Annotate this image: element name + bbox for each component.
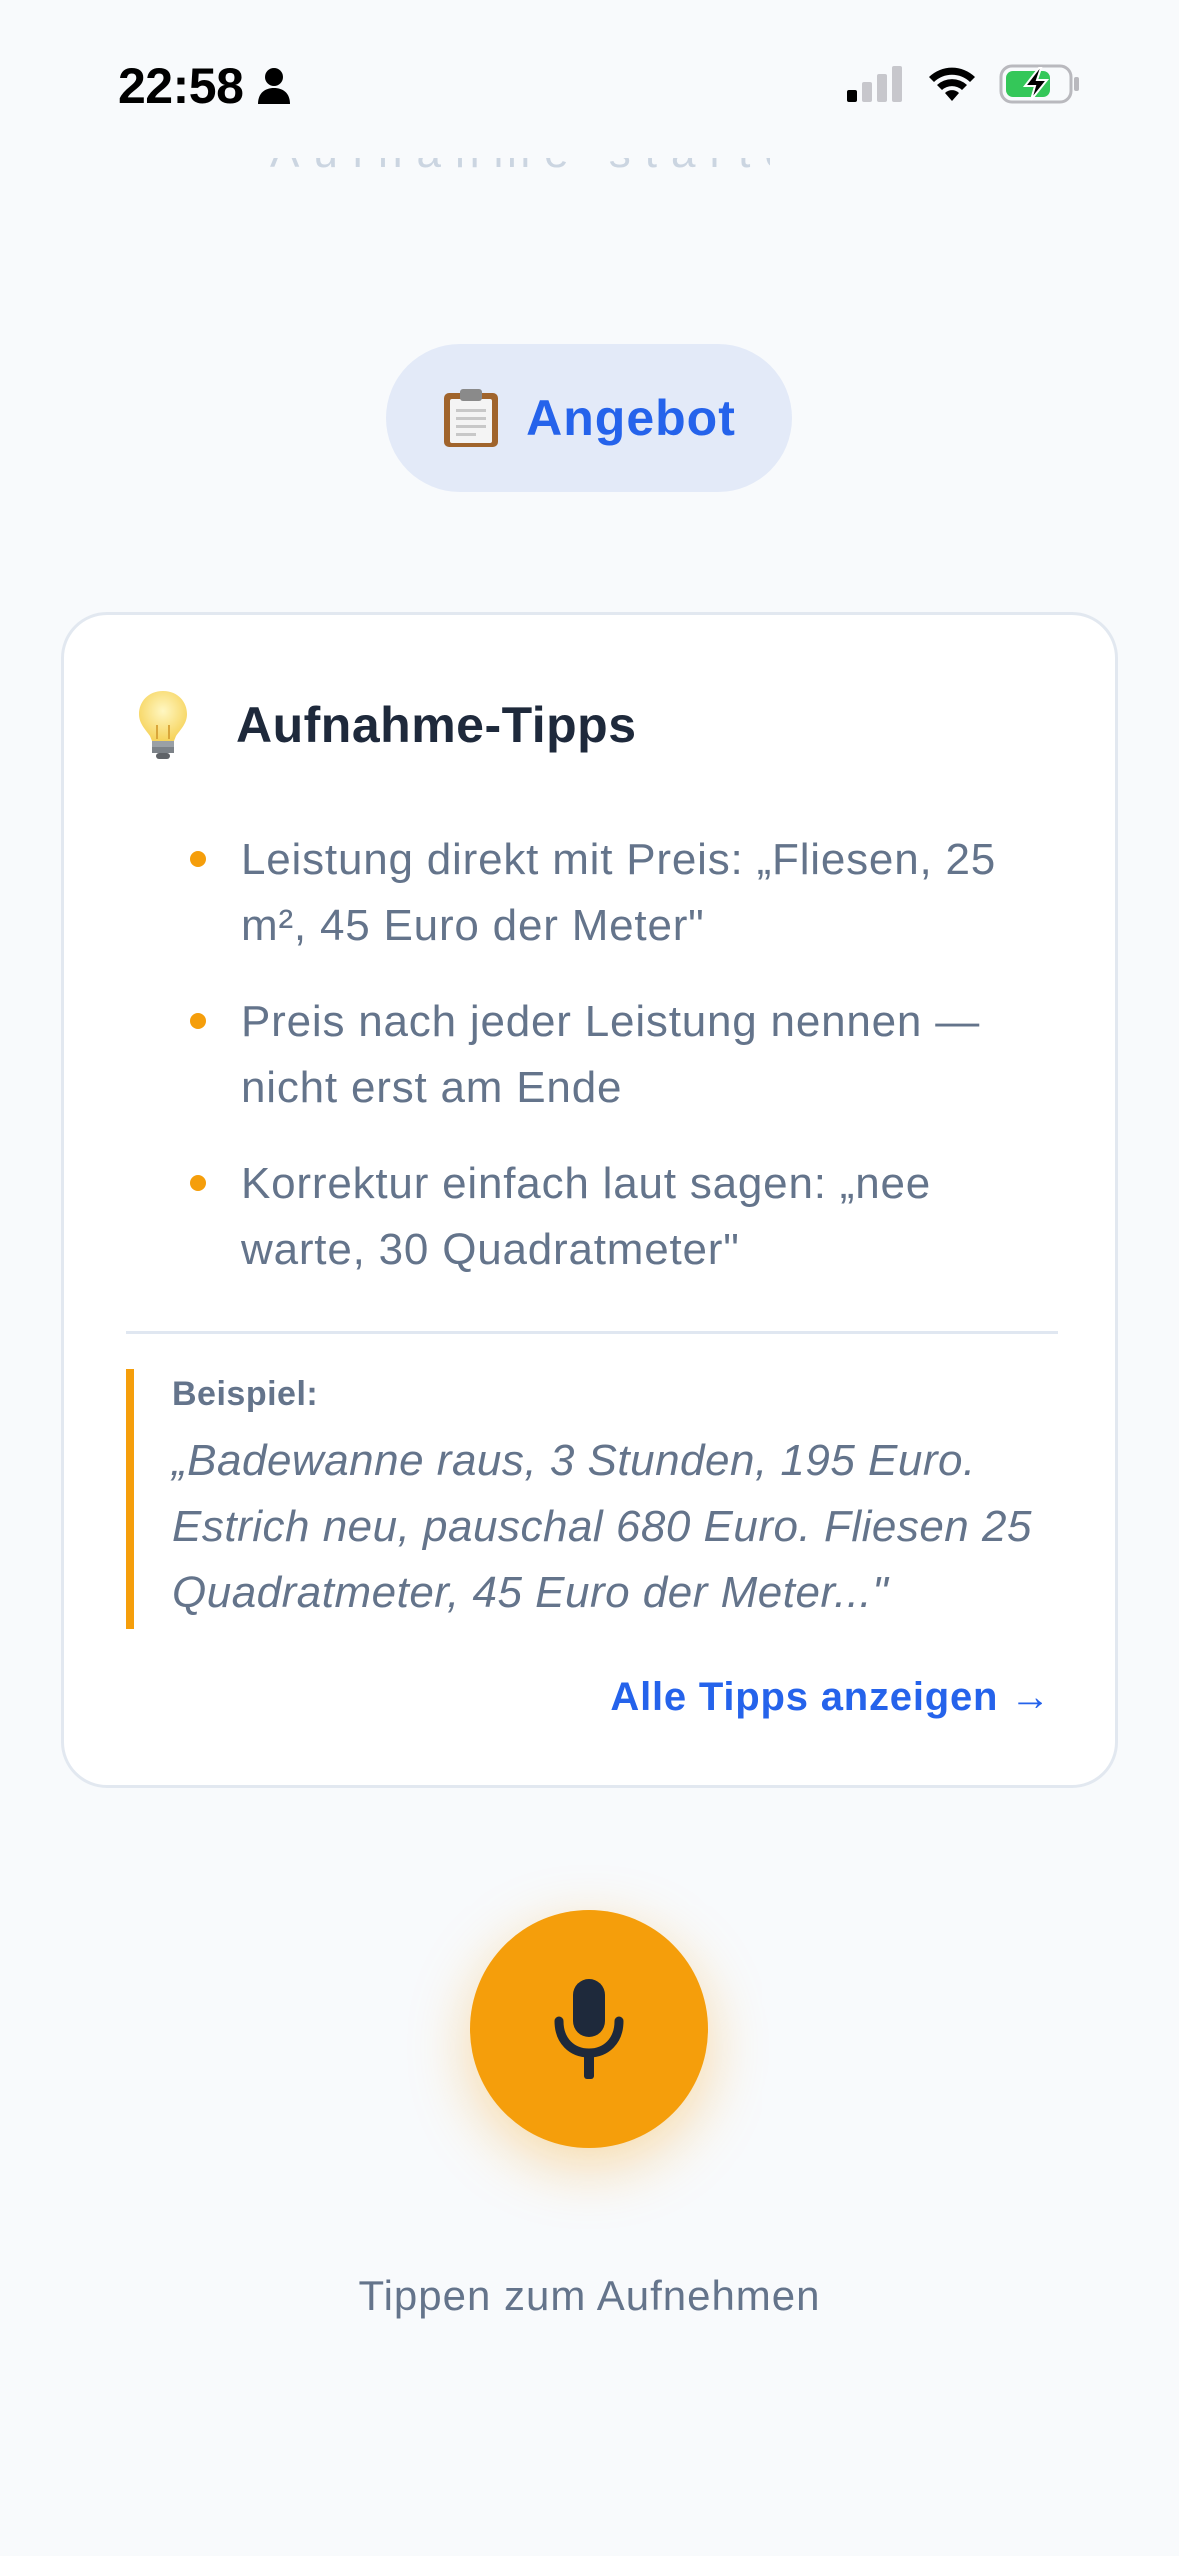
document-type-label: Angebot <box>526 390 736 446</box>
battery-charging-icon <box>999 64 1079 104</box>
cellular-signal-icon <box>847 66 902 102</box>
scrolled-text: Aufnahme starten oder <box>270 158 770 176</box>
microphone-icon <box>554 1979 624 2079</box>
clipboard-icon <box>444 389 499 447</box>
scrolled-text-remnant: Aufnahme starten oder <box>270 158 770 176</box>
wifi-icon <box>929 67 975 101</box>
person-icon <box>258 68 291 104</box>
record-button[interactable] <box>470 1910 708 2148</box>
tip-item: Preis nach jeder Leistung nennen — nicht… <box>124 989 1064 1121</box>
tips-divider <box>126 1331 1058 1334</box>
bullet-dot-icon <box>190 1013 206 1029</box>
status-time-group: 22:58 <box>118 58 291 114</box>
status-bar: 22:58 <box>0 0 1179 150</box>
tip-item: Korrektur einfach laut sagen: „nee warte… <box>124 1151 1064 1283</box>
record-hint: Tippen zum Aufnehmen <box>358 2272 821 2319</box>
lightbulb-icon <box>139 691 187 759</box>
tip-text: Korrektur einfach laut sagen: „nee warte… <box>241 1159 932 1274</box>
example-quote: Beispiel: „Badewanne raus, 3 Stunden, 19… <box>126 1369 1066 1629</box>
bullet-dot-icon <box>190 851 206 867</box>
all-tips-link[interactable]: Alle Tipps anzeigen → <box>610 1675 1051 1720</box>
status-icons <box>847 64 1081 104</box>
tip-text: Preis nach jeder Leistung nennen — nicht… <box>241 997 980 1112</box>
document-type-chip[interactable]: Angebot <box>386 344 792 492</box>
status-time: 22:58 <box>118 58 244 114</box>
tips-header: Aufnahme-Tipps <box>136 689 637 761</box>
example-text: „Badewanne raus, 3 Stunden, 195 Euro. Es… <box>172 1436 1032 1617</box>
tip-text: Leistung direkt mit Preis: „Fliesen, 25 … <box>241 835 997 950</box>
bullet-dot-icon <box>190 1175 206 1191</box>
screen: 22:58 Angebot Aufnahme-Tipps Leistung di… <box>0 0 1179 2556</box>
tips-list: Leistung direkt mit Preis: „Fliesen, 25 … <box>124 827 1064 1313</box>
example-label: Beispiel: <box>172 1375 319 1413</box>
recording-tips-card: Aufnahme-Tipps Leistung direkt mit Preis… <box>61 612 1118 1788</box>
tip-item: Leistung direkt mit Preis: „Fliesen, 25 … <box>124 827 1064 959</box>
tips-title: Aufnahme-Tipps <box>236 697 637 753</box>
